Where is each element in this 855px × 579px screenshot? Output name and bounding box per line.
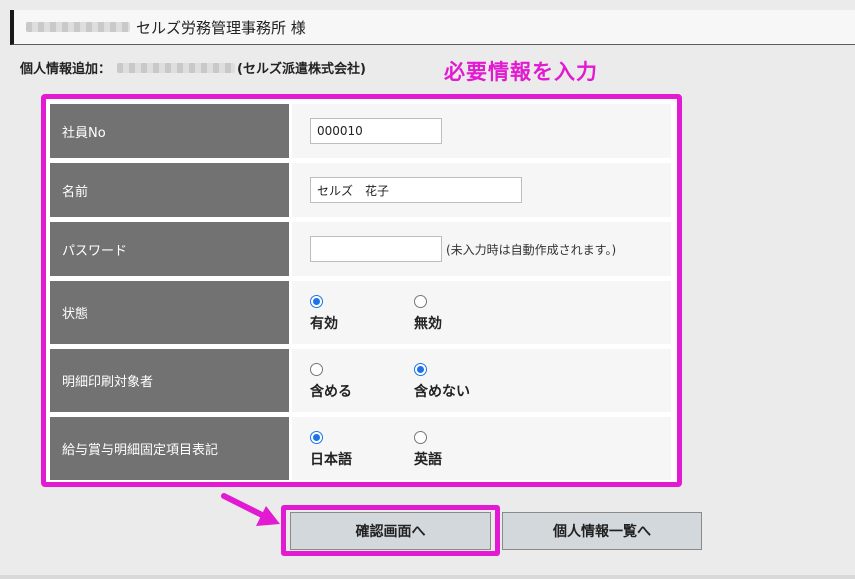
status-radio-group: 有効 無効 [310,292,518,333]
password-cell: (未入力時は自動作成されます。) [292,222,671,276]
redacted-name [26,22,130,32]
pointer-arrow-icon [221,493,280,526]
statement-print-cell: 含める 含めない [292,349,671,412]
name-label: 名前 [50,163,289,217]
statement-print-option-exclude[interactable]: 含めない [414,360,518,401]
status-cell: 有効 無効 [292,281,671,344]
password-label: パスワード [50,222,289,276]
annotation-callout: 必要情報を入力 [444,60,598,84]
employee-no-input[interactable] [310,118,442,144]
employee-no-label: 社員No [50,104,289,158]
personal-info-form: 社員No 名前 パスワード (未入力時は自動作成されます。) 状態 有効 [41,94,682,487]
item-language-option-japanese[interactable]: 日本語 [310,428,414,469]
form-row-name: 名前 [50,163,671,217]
form-row-status: 状態 有効 無効 [50,281,671,344]
subtitle-prefix: 個人情報追加： [20,62,112,77]
password-hint: (未入力時は自動作成されます。) [446,242,617,257]
office-title: セルズ労務管理事務所 様 [136,18,306,37]
status-label: 状態 [50,281,289,344]
statement-print-option-include[interactable]: 含める [310,360,414,401]
item-language-radio-group: 日本語 英語 [310,428,518,469]
employee-no-cell [292,104,671,158]
status-option-inactive[interactable]: 無効 [414,292,518,333]
status-option-label: 有効 [310,316,338,332]
header-bar: セルズ労務管理事務所 様 [10,10,855,45]
statement-print-option-label: 含めない [414,384,470,400]
form-row-employee-no: 社員No [50,104,671,158]
redacted-company [117,62,236,73]
name-input[interactable] [310,177,522,203]
page-subtitle: 個人情報追加： (セルズ派遣株式会社) [20,58,366,77]
item-language-option-english[interactable]: 英語 [414,428,518,469]
radio-unchecked-icon[interactable] [310,362,323,376]
confirm-button[interactable]: 確認画面へ [290,512,491,550]
password-input[interactable] [310,236,442,262]
status-option-active[interactable]: 有効 [310,292,414,333]
subtitle-company: (セルズ派遣株式会社) [237,62,366,77]
item-language-cell: 日本語 英語 [292,417,671,480]
statement-print-radio-group: 含める 含めない [310,360,518,401]
form-row-password: パスワード (未入力時は自動作成されます。) [50,222,671,276]
item-language-option-label: 日本語 [310,452,352,468]
radio-checked-icon[interactable] [414,362,427,376]
statement-print-label: 明細印刷対象者 [50,349,289,412]
footer-divider [0,575,855,579]
statement-print-option-label: 含める [310,384,352,400]
radio-unchecked-icon[interactable] [414,430,427,444]
status-option-label: 無効 [414,316,442,332]
radio-unchecked-icon[interactable] [414,294,427,308]
radio-checked-icon[interactable] [310,294,323,308]
name-cell [292,163,671,217]
form-row-item-language: 給与賞与明細固定項目表記 日本語 英語 [50,417,671,480]
item-language-label: 給与賞与明細固定項目表記 [50,417,289,480]
item-language-option-label: 英語 [414,452,442,468]
form-row-statement-print: 明細印刷対象者 含める 含めない [50,349,671,412]
personal-info-list-button[interactable]: 個人情報一覧へ [502,512,702,550]
radio-checked-icon[interactable] [310,430,323,444]
